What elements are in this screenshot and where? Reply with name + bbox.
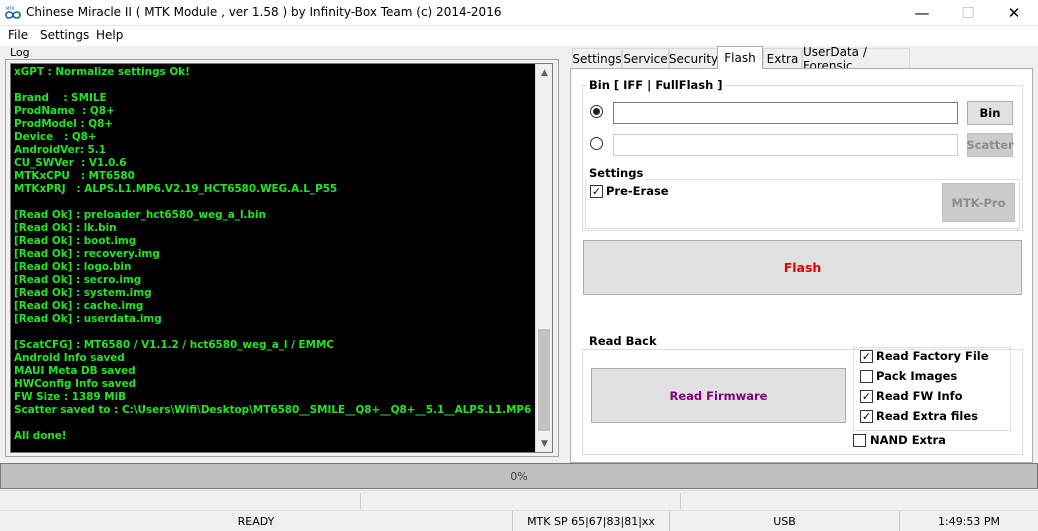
log-console[interactable]: xGPT : Normalize settings Ok! Brand : SM… <box>10 63 553 453</box>
bin-group-title: Bin [ IFF | FullFlash ] <box>587 78 725 92</box>
read-fw-info-label: Read FW Info <box>876 389 963 403</box>
log-line: [Read Ok] : userdata.img <box>14 313 162 325</box>
log-line: [Read Ok] : recovery.img <box>14 248 160 260</box>
read-back-title: Read Back <box>587 334 659 348</box>
pack-images-label: Pack Images <box>876 369 958 383</box>
scroll-up-icon[interactable]: ▲ <box>536 64 553 81</box>
window-title: Chinese Miracle II ( MTK Module , ver 1.… <box>26 5 502 19</box>
status-bar-upper <box>0 490 1038 510</box>
scroll-down-icon[interactable]: ▼ <box>536 435 553 452</box>
menu-help[interactable]: Help <box>96 28 123 42</box>
pre-erase-checkbox[interactable]: ✓ <box>590 185 603 198</box>
log-line: Brand : SMILE <box>14 92 107 104</box>
status-time: 1:49:53 PM <box>937 515 1001 528</box>
tab-extra[interactable]: Extra <box>763 48 802 68</box>
infinity-logo-icon: MTK <box>5 6 21 19</box>
log-line: [Read Ok] : cache.img <box>14 300 144 312</box>
tab-userdata-forensic[interactable]: UserData / Forensic <box>802 45 910 73</box>
nand-extra-label: NAND Extra <box>870 433 946 447</box>
status-state: READY <box>0 511 513 531</box>
minimize-button[interactable]: — <box>899 0 945 26</box>
bin-path-field[interactable] <box>613 102 958 124</box>
log-text: xGPT : Normalize settings Ok! Brand : SM… <box>14 66 534 450</box>
nand-extra-checkbox[interactable] <box>853 434 866 447</box>
maximize-button[interactable]: ☐ <box>945 0 991 26</box>
log-line: MAUI Meta DB saved <box>14 365 136 377</box>
read-factory-file-label: Read Factory File <box>876 349 989 363</box>
status-bar: READY MTK SP 65|67|83|81|xx USB 1:49:53 … <box>0 510 1038 531</box>
menu-settings[interactable]: Settings <box>40 28 89 42</box>
log-label: Log <box>10 46 30 59</box>
settings-group-title: Settings <box>587 166 646 180</box>
status-port: USB <box>670 511 900 531</box>
log-line: CU_SWVer : V1.0.6 <box>14 157 127 169</box>
flash-tab-panel: Bin [ IFF | FullFlash ] Bin Scatter Sett… <box>570 68 1033 463</box>
log-scrollbar[interactable]: ▲ ▼ <box>535 64 552 452</box>
log-line: [Read Ok] : preloader_hct6580_weg_a_l.bi… <box>14 209 266 221</box>
log-line: Scatter saved to : C:\Users\Wifi\Desktop… <box>14 404 532 416</box>
pre-erase-label: Pre-Erase <box>606 184 669 198</box>
menu-bar: File Settings Help <box>0 26 1038 46</box>
read-extra-files-label: Read Extra files <box>876 409 978 423</box>
scatter-button[interactable]: Scatter <box>966 133 1014 157</box>
log-line: [Read Ok] : lk.bin <box>14 222 117 234</box>
log-line: HWConfig Info saved <box>14 378 137 390</box>
scatter-path-field[interactable] <box>613 134 958 156</box>
status-separator <box>680 493 681 509</box>
scroll-thumb[interactable] <box>538 329 550 431</box>
pack-images-checkbox[interactable] <box>860 370 873 383</box>
title-bar: MTK Chinese Miracle II ( MTK Module , ve… <box>0 0 1038 26</box>
log-line: Device : Q8+ <box>14 131 97 143</box>
log-line: [Read Ok] : system.img <box>14 287 152 299</box>
log-line: Android Info saved <box>14 352 125 364</box>
bin-button[interactable]: Bin <box>967 101 1013 125</box>
flash-button[interactable]: Flash <box>583 240 1022 295</box>
progress-text: 0% <box>510 470 528 483</box>
log-line: [Read Ok] : logo.bin <box>14 261 132 273</box>
log-line: [ScatCFG] : MT6580 / V1.1.2 / hct6580_we… <box>14 339 334 351</box>
log-line: xGPT : Normalize settings Ok! <box>14 66 190 78</box>
log-line: FW Size : 1389 MiB <box>14 391 127 403</box>
log-line: ProdModel : Q8+ <box>14 118 114 130</box>
log-line: [Read Ok] : boot.img <box>14 235 137 247</box>
svg-text:MTK: MTK <box>6 6 15 11</box>
tab-flash[interactable]: Flash <box>717 46 763 69</box>
status-separator <box>360 493 361 509</box>
log-line: MTKxCPU : MT6580 <box>14 170 135 182</box>
status-device: MTK SP 65|67|83|81|xx <box>513 511 670 531</box>
read-fw-info-checkbox[interactable]: ✓ <box>860 390 873 403</box>
menu-file[interactable]: File <box>8 28 28 42</box>
log-line: ProdName : Q8+ <box>14 105 115 117</box>
bin-radio[interactable] <box>590 105 603 118</box>
scatter-radio[interactable] <box>590 137 603 150</box>
read-factory-file-checkbox[interactable]: ✓ <box>860 350 873 363</box>
close-button[interactable]: ✕ <box>991 0 1037 26</box>
tab-service[interactable]: Service <box>622 48 669 68</box>
log-line: AndroidVer: 5.1 <box>14 144 106 156</box>
tab-security[interactable]: Security <box>669 48 718 68</box>
tab-settings[interactable]: Settings <box>572 48 622 68</box>
progress-bar: 0% <box>0 463 1038 489</box>
read-extra-files-checkbox[interactable]: ✓ <box>860 410 873 423</box>
log-line: MTKxPRJ : ALPS.L1.MP6.V2.19_HCT6580.WEG.… <box>14 183 338 195</box>
log-line: All done! <box>14 430 67 442</box>
log-line: [Read Ok] : secro.img <box>14 274 142 286</box>
mtk-pro-button[interactable]: MTK-Pro <box>942 183 1015 222</box>
read-firmware-button[interactable]: Read Firmware <box>591 368 846 423</box>
